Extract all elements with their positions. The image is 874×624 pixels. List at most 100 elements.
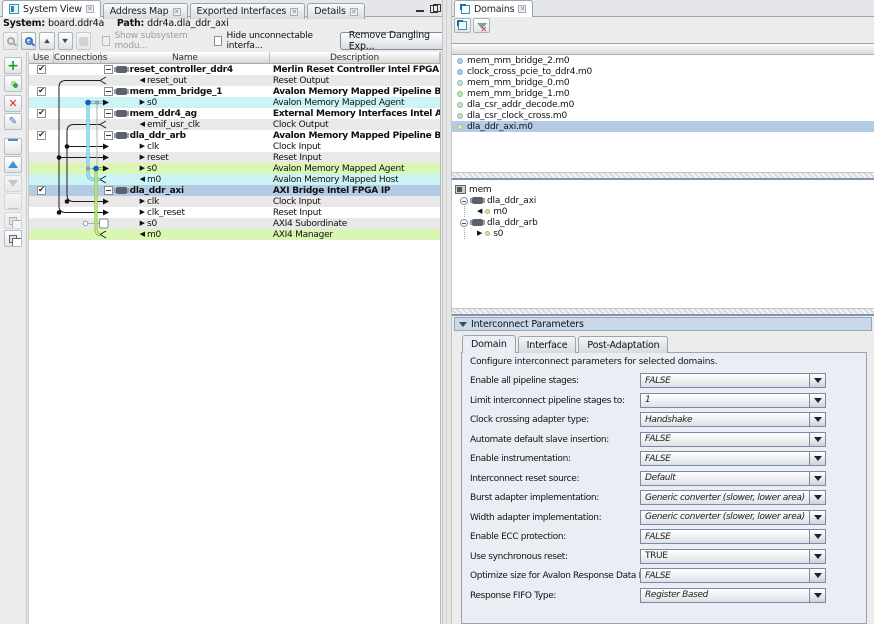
tab-domains[interactable]: Domains ✕ [454,0,533,17]
zoom-out-button[interactable] [3,32,18,50]
tree-expand-icon[interactable] [460,197,468,205]
use-checkbox[interactable] [37,109,46,118]
table-row[interactable]: ▶s0Avalon Memory Mapped Agent [29,97,440,108]
panel-splitter[interactable] [442,0,452,624]
select-domain-button[interactable] [454,18,471,33]
domain-list-item[interactable]: clock_cross_pcie_to_ddr4.m0 [452,66,874,77]
parameter-combo[interactable]: FALSE [640,432,826,447]
add-button[interactable]: + [4,57,22,74]
interconnect-parameters-header[interactable]: Interconnect Parameters [454,317,872,331]
zoom-in-button[interactable]: + [21,32,36,50]
dropdown-arrow-icon[interactable] [809,433,825,446]
column-header-description[interactable]: Description [270,52,440,63]
move-top-button[interactable] [4,138,22,155]
column-header-connections[interactable]: Connections [54,52,101,63]
close-icon[interactable]: ✕ [518,5,526,13]
dropdown-arrow-icon[interactable] [809,472,825,485]
dropdown-arrow-icon[interactable] [809,589,825,602]
minimize-button[interactable] [416,4,425,13]
table-row[interactable]: reset_controller_ddr4Merlin Reset Contro… [29,64,440,75]
table-row[interactable]: ▶clk_resetReset Input [29,207,440,218]
parameter-combo[interactable]: FALSE [640,373,826,388]
table-row[interactable]: ▶s0Avalon Memory Mapped Agent [29,163,440,174]
dropdown-arrow-icon[interactable] [809,530,825,543]
tree-port[interactable]: ◀m0 [464,206,874,217]
table-row[interactable]: ▶resetReset Input [29,152,440,163]
param-tab-post-adaptation[interactable]: Post-Adaptation [578,336,668,353]
parameter-combo[interactable]: FALSE [640,451,826,466]
tree-root[interactable]: mem [452,184,874,195]
tree-expand-icon[interactable] [460,219,468,227]
parameter-combo[interactable]: Generic converter (slower, lower area) [640,510,826,525]
collapse-all-button[interactable] [39,32,54,50]
tree-node[interactable]: dla_ddr_arb [452,217,874,228]
move-up-button[interactable] [4,156,22,173]
domain-list-item[interactable]: dla_ddr_axi.m0 [452,121,874,132]
dropdown-arrow-icon[interactable] [809,394,825,407]
table-row[interactable]: mem_ddr4_agExternal Memory Interfaces In… [29,108,440,119]
tab-details[interactable]: Details✕ [307,3,365,19]
hide-unconnectable-checkbox[interactable] [214,36,223,46]
clear-filter-button[interactable] [473,18,490,33]
close-icon[interactable]: ✕ [86,5,94,13]
tab-address-map[interactable]: Address Map✕ [103,3,188,19]
domain-list-item[interactable]: mem_mm_bridge_2.m0 [452,55,874,66]
expand-all-button[interactable] [58,32,73,50]
table-row[interactable]: ◀emif_usr_clkClock Output [29,119,440,130]
parameter-combo[interactable]: FALSE [640,529,826,544]
param-tab-interface[interactable]: Interface [518,336,577,353]
edit-button[interactable]: ✎ [4,113,22,130]
collapse-icon[interactable] [104,186,113,195]
parameter-combo[interactable]: 1 [640,393,826,408]
highlight-button[interactable] [76,32,91,50]
table-row[interactable]: ▶s0AXI4 Subordinate [29,218,440,229]
domain-list-item[interactable]: dla_csr_addr_decode.m0 [452,99,874,110]
close-icon[interactable]: ✕ [350,8,358,16]
tab-system-view[interactable]: System View✕ [2,0,101,17]
close-icon[interactable]: ✕ [173,8,181,16]
table-row[interactable]: ▶clkClock Input [29,141,440,152]
show-subsystem-checkbox[interactable] [102,36,111,46]
move-bottom-button[interactable] [4,193,22,210]
add-instance-button[interactable] [4,75,22,92]
column-header-name[interactable]: Name [101,52,270,63]
table-row[interactable]: ▶clkClock Input [29,196,440,207]
table-row[interactable]: ◀m0Avalon Memory Mapped Host [29,174,440,185]
collapse-icon[interactable] [104,87,113,96]
domains-splitter-1[interactable] [452,172,874,180]
collapse-icon[interactable] [104,65,113,74]
parameter-combo[interactable]: TRUE [640,549,826,564]
remove-dangling-button[interactable]: Remove Dangling Exp... [340,32,448,50]
dropdown-arrow-icon[interactable] [809,413,825,426]
domain-list-item[interactable]: dla_csr_clock_cross.m0 [452,110,874,121]
parameter-combo[interactable]: FALSE [640,568,826,583]
table-row[interactable]: ◀reset_outReset Output [29,75,440,86]
copy-button[interactable] [4,230,22,247]
dropdown-arrow-icon[interactable] [809,569,825,582]
parameter-combo[interactable]: Handshake [640,412,826,427]
remove-button[interactable]: ✕ [4,95,22,112]
use-checkbox[interactable] [37,65,46,74]
dropdown-arrow-icon[interactable] [809,511,825,524]
domains-splitter-2[interactable] [452,308,874,316]
collapse-icon[interactable] [104,131,113,140]
table-row[interactable]: dla_ddr_axiAXI Bridge Intel FPGA IP [29,185,440,196]
tab-exported-interfaces[interactable]: Exported Interfaces✕ [190,3,306,19]
domain-list-item[interactable]: mem_mm_bridge_0.m0 [452,77,874,88]
domain-list-item[interactable]: mem_mm_bridge_1.m0 [452,88,874,99]
close-icon[interactable]: ✕ [290,8,298,16]
dropdown-arrow-icon[interactable] [809,491,825,504]
dropdown-arrow-icon[interactable] [809,374,825,387]
use-checkbox[interactable] [37,87,46,96]
paste-button[interactable] [4,212,22,229]
param-tab-domain[interactable]: Domain [462,335,516,353]
column-header-use[interactable]: Use [29,52,54,63]
tree-node[interactable]: dla_ddr_axi [452,195,874,206]
parameter-combo[interactable]: Register Based [640,588,826,603]
table-row[interactable]: mem_mm_bridge_1Avalon Memory Mapped Pipe… [29,86,440,97]
move-down-button[interactable] [4,175,22,192]
dropdown-arrow-icon[interactable] [809,550,825,563]
tree-port[interactable]: ▶s0 [464,228,874,239]
use-checkbox[interactable] [37,131,46,140]
use-checkbox[interactable] [37,186,46,195]
